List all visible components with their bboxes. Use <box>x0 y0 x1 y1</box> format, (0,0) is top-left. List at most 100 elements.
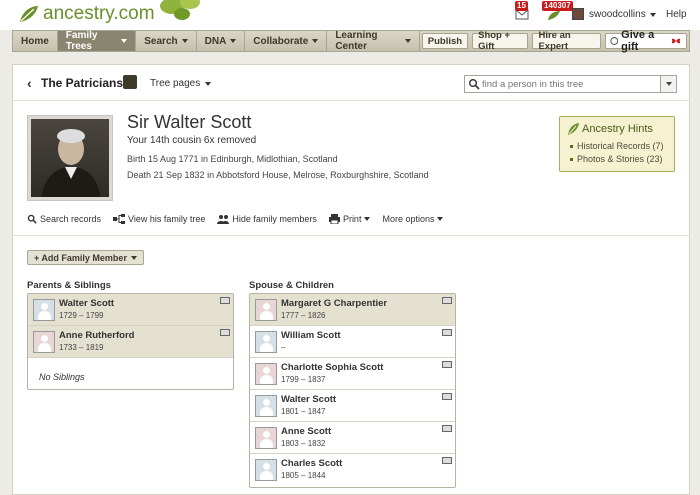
person-card-dates: 1799 – 1837 <box>281 374 326 384</box>
family-card-icon[interactable] <box>442 361 452 368</box>
person-card-name: Margaret G Charpentier <box>281 297 388 309</box>
chevron-down-icon <box>364 217 371 221</box>
search-records-action[interactable]: Search records <box>27 214 101 224</box>
leaf-logo-icon <box>20 6 38 22</box>
nav-family-trees[interactable]: Family Trees <box>57 30 137 52</box>
circle-arrow-icon <box>609 37 618 45</box>
shop-gift-button[interactable]: Shop + Gift <box>472 30 529 52</box>
family-card-icon[interactable] <box>442 329 452 336</box>
tree-bar: ‹ The Patricians! Tree pages <box>13 65 689 101</box>
hide-family-label: Hide family members <box>232 214 317 224</box>
more-options-menu[interactable]: More options <box>382 214 444 224</box>
nav-family-trees-label: Family Trees <box>65 30 98 52</box>
female-silhouette-icon <box>255 426 277 449</box>
hints-list: Historical Records (7) Photos & Stories … <box>570 141 664 167</box>
add-family-member-button[interactable]: + Add Family Member <box>27 250 144 265</box>
male-silhouette-icon <box>255 459 277 481</box>
person-card-name: Walter Scott <box>59 297 115 309</box>
child-card[interactable]: Anne Scott 1803 – 1832 <box>250 422 455 454</box>
search-input[interactable] <box>480 78 660 90</box>
nav-learning-center-label: Learning Center <box>335 30 378 52</box>
tree-pages-label: Tree pages <box>150 78 201 89</box>
hint-photos-stories[interactable]: Photos & Stories (23) <box>570 154 664 164</box>
family-card-icon[interactable] <box>220 297 230 304</box>
print-menu[interactable]: Print <box>328 214 371 224</box>
child-card[interactable]: Charles Scott 1805 – 1844 <box>250 454 455 486</box>
spouse-card[interactable]: Margaret G Charpentier 1777 – 1826 <box>250 294 455 326</box>
person-card-name: Anne Scott <box>281 425 332 437</box>
chevron-down-icon <box>205 81 212 86</box>
chevron-down-icon <box>181 39 188 43</box>
give-gift-button[interactable]: Give a gift <box>604 29 687 53</box>
person-card-dates: 1803 – 1832 <box>281 438 326 448</box>
no-siblings-text: No Siblings <box>39 372 85 382</box>
nav-home-label: Home <box>21 35 49 47</box>
death-fact: Death 21 Sep 1832 in Abbotsford House, M… <box>127 170 429 180</box>
male-silhouette-icon <box>255 394 277 417</box>
person-card-dates: 1805 – 1844 <box>281 471 326 480</box>
search-icon <box>469 79 480 90</box>
messages[interactable]: 15 <box>515 1 529 23</box>
chevron-down-icon <box>649 12 656 17</box>
messages-count-badge: 15 <box>515 1 528 11</box>
relationship[interactable]: Your 14th cousin 6x removed <box>127 135 256 146</box>
chevron-down-icon <box>312 39 319 43</box>
nav-dna[interactable]: DNA <box>197 31 246 51</box>
view-family-tree-label: View his family tree <box>128 214 206 224</box>
parent-card-father[interactable]: Walter Scott 1729 – 1799 <box>28 294 233 326</box>
nav-collaborate[interactable]: Collaborate <box>245 31 328 51</box>
tree-pages-menu[interactable]: Tree pages <box>150 78 212 89</box>
people-icon <box>217 215 230 224</box>
chevron-down-icon <box>665 82 672 86</box>
person-card-dates: 1733 – 1819 <box>59 342 104 352</box>
search-dropdown-button[interactable] <box>660 76 676 92</box>
nav-home[interactable]: Home <box>13 31 58 51</box>
search-icon <box>27 214 37 224</box>
search-records-label: Search records <box>40 214 102 224</box>
print-label: Print <box>342 214 362 224</box>
user-avatar[interactable] <box>572 8 584 20</box>
person-name: Sir Walter Scott <box>127 112 252 132</box>
child-card[interactable]: William Scott – <box>250 326 455 358</box>
tree-name[interactable]: The Patricians! <box>41 76 127 90</box>
child-card[interactable]: Charlotte Sophia Scott 1799 – 1837 <box>250 358 455 390</box>
child-card[interactable]: Walter Scott 1801 – 1847 <box>250 390 455 422</box>
person-card-dates: 1729 – 1799 <box>59 310 104 320</box>
person-card-dates: – <box>281 342 286 352</box>
action-bar: Search records View his family tree Hide… <box>27 214 444 224</box>
help-link[interactable]: Help <box>666 9 687 20</box>
spouse-children-box: Margaret G Charpentier 1777 – 1826 Willia… <box>249 293 456 488</box>
nav-search[interactable]: Search <box>136 31 197 51</box>
nav-learning-center[interactable]: Learning Center <box>327 30 420 52</box>
decorative-leaves-icon <box>160 0 200 20</box>
more-options-label: More options <box>382 214 435 224</box>
main-nav: Home Family Trees Search DNA Collaborate… <box>12 29 690 53</box>
family-card-icon[interactable] <box>220 329 230 336</box>
hint-historical-records[interactable]: Historical Records (7) <box>570 141 664 151</box>
family-card-icon[interactable] <box>442 297 452 304</box>
family-card-icon[interactable] <box>442 425 452 432</box>
person-card-name: William Scott <box>281 329 341 341</box>
publish-button[interactable]: Publish <box>421 33 469 49</box>
hints-title: Ancestry Hints <box>582 123 653 135</box>
view-family-tree-action[interactable]: View his family tree <box>113 214 205 224</box>
nav-dna-label: DNA <box>204 35 227 47</box>
family-card-icon[interactable] <box>442 457 452 464</box>
tree-structure-icon <box>113 214 126 224</box>
parent-card-mother[interactable]: Anne Rutherford 1733 – 1819 <box>28 326 233 358</box>
back-chevron-icon[interactable]: ‹ <box>27 75 32 91</box>
person-search <box>464 75 677 93</box>
person-card-name: Charlotte Sophia Scott <box>281 361 384 373</box>
tree-icon[interactable] <box>123 75 137 89</box>
hide-family-action[interactable]: Hide family members <box>217 214 317 224</box>
gift-bow-icon <box>671 38 681 44</box>
person-portrait[interactable] <box>27 115 113 201</box>
hire-expert-button[interactable]: Hire an Expert <box>532 30 601 52</box>
ancestry-logo[interactable]: ancestry.com <box>18 3 155 25</box>
family-card-icon[interactable] <box>442 393 452 400</box>
user-menu[interactable]: swoodcollins <box>589 9 656 20</box>
hint-leaf-icon <box>568 123 579 135</box>
hints-notification[interactable]: 140307 <box>542 1 573 25</box>
person-page: ‹ The Patricians! Tree pages Sir Walter … <box>12 64 690 495</box>
divider <box>13 235 689 236</box>
